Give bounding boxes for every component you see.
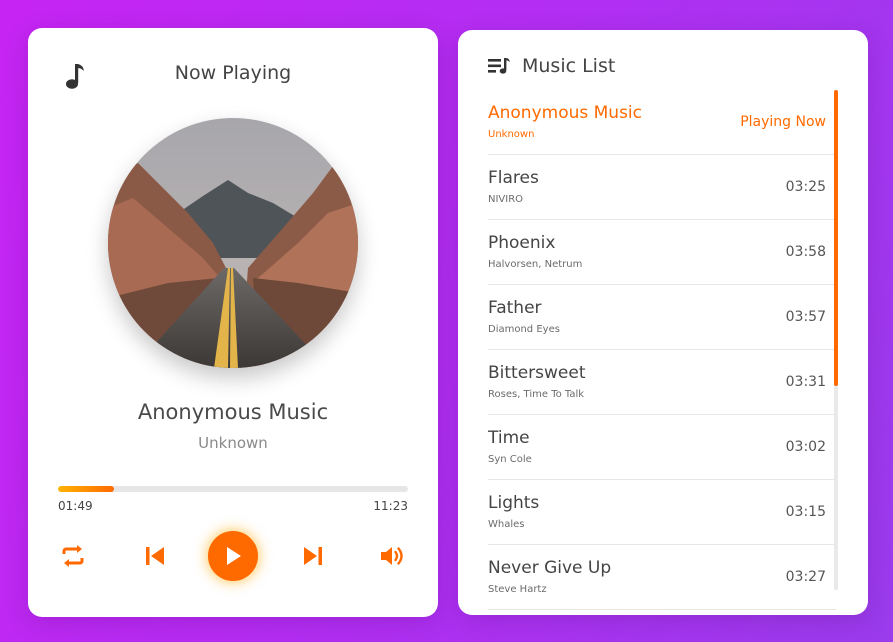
song-artist: Whales	[488, 519, 525, 530]
song-name: Time	[488, 428, 530, 448]
song-duration: 03:58	[785, 244, 826, 260]
song-duration: 03:27	[785, 569, 826, 585]
song-row[interactable]: Flares NIVIRO 03:25	[488, 155, 836, 220]
song-artist: NIVIRO	[488, 194, 524, 205]
song-artist: Unknown	[488, 129, 535, 140]
song-name: Phoenix	[488, 233, 556, 253]
next-icon	[304, 547, 322, 565]
song-duration: 03:15	[785, 504, 826, 520]
progress-fill	[58, 486, 114, 492]
song-list[interactable]: Anonymous Music Unknown Playing Now Flar…	[488, 90, 836, 615]
volume-button[interactable]	[378, 540, 408, 572]
progress-bar[interactable]	[58, 486, 408, 492]
music-list-title: Music List	[522, 55, 616, 77]
playing-now-label: Playing Now	[740, 114, 826, 130]
current-song-artist: Unknown	[198, 434, 268, 452]
playlist-icon	[488, 58, 510, 74]
song-row[interactable]: Phoenix Halvorsen, Netrum 03:58	[488, 220, 836, 285]
music-list-header: Music List	[488, 52, 615, 80]
player-title: Now Playing	[174, 62, 292, 84]
song-row[interactable]: Lights Whales 03:15	[488, 480, 836, 545]
play-icon	[227, 547, 241, 565]
volume-icon	[381, 547, 403, 565]
song-duration: 03:25	[785, 179, 826, 195]
previous-button[interactable]	[140, 540, 170, 572]
song-row[interactable]: Father Diamond Eyes 03:57	[488, 285, 836, 350]
list-scrollbar[interactable]	[834, 90, 838, 590]
song-name: Lights	[488, 493, 540, 513]
song-name: Father	[488, 298, 542, 318]
next-button[interactable]	[298, 540, 328, 572]
song-name: Anonymous Music	[488, 103, 643, 123]
current-song-name: Anonymous Music	[137, 400, 329, 424]
song-row[interactable]: Bittersweet Roses, Time To Talk 03:31	[488, 350, 836, 415]
song-artist: Steve Hartz	[488, 584, 547, 595]
song-duration: 03:02	[785, 439, 826, 455]
scrollbar-thumb[interactable]	[834, 90, 838, 386]
song-artist: Halvorsen, Netrum	[488, 259, 583, 270]
song-name: Never Give Up	[488, 558, 612, 578]
previous-icon	[146, 547, 164, 565]
repeat-icon	[62, 545, 84, 567]
total-time: 11:23	[373, 499, 408, 513]
song-artist: Syn Cole	[488, 454, 532, 465]
song-duration: 03:31	[785, 374, 826, 390]
song-row-active[interactable]: Anonymous Music Unknown Playing Now	[488, 90, 836, 155]
song-name: Flares	[488, 168, 539, 188]
song-artist: Diamond Eyes	[488, 324, 560, 335]
now-playing-card: Now Playing Anonymous Music Unknown 01:4…	[28, 28, 438, 617]
repeat-button[interactable]	[58, 540, 88, 572]
song-name: Bittersweet	[488, 363, 586, 383]
song-artist: Roses, Time To Talk	[488, 389, 585, 400]
current-time: 01:49	[58, 499, 93, 513]
music-list-card: Music List Anonymous Music Unknown Playi…	[458, 30, 868, 615]
song-row[interactable]: Time Syn Cole 03:02	[488, 415, 836, 480]
song-duration: 03:57	[785, 309, 826, 325]
song-row[interactable]: Never Give Up Steve Hartz 03:27	[488, 545, 836, 610]
album-cover	[108, 118, 358, 368]
play-button[interactable]	[208, 531, 258, 581]
